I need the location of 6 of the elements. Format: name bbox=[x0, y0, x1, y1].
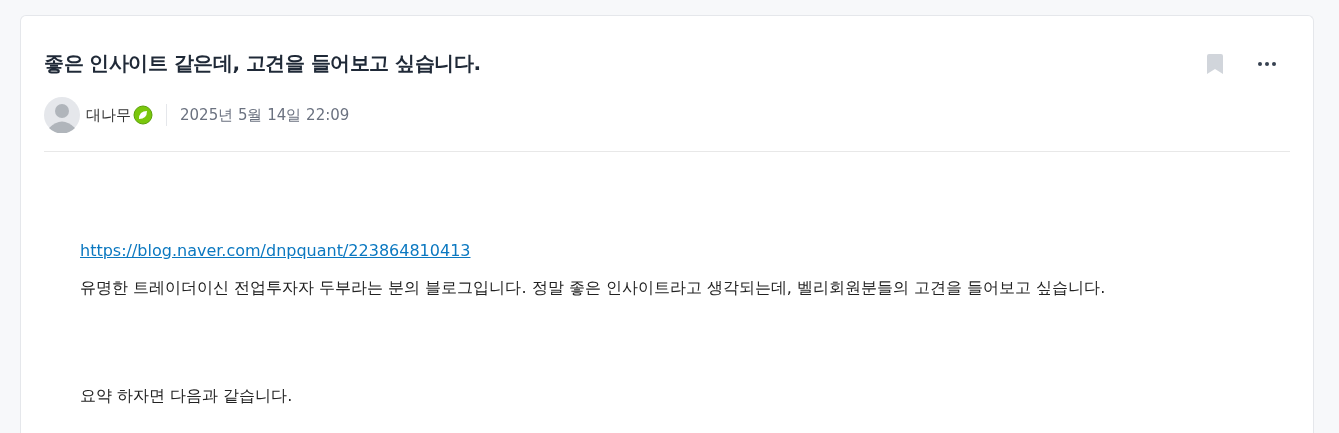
body-text: 유명한 트레이더이신 전업투자자 두부라는 분의 블로그입니다. 정말 좋은 인사이트라고 생각되는데, 벨리회원분들의 고견을 들어보고 싶습니다. bbox=[80, 277, 1107, 299]
post-date: 2025년 5월 14일 22:09 bbox=[180, 105, 350, 125]
body-text: 요약 하자면 다음과 같습니다. bbox=[80, 385, 294, 407]
post-title: 좋은 인사이트 같은데, 고견을 들어보고 싶습니다. bbox=[44, 50, 481, 77]
author-name[interactable]: 대나무 bbox=[86, 105, 131, 125]
blog-link[interactable]: https://blog.naver.com/dnpquant/223864810413 bbox=[80, 241, 471, 260]
